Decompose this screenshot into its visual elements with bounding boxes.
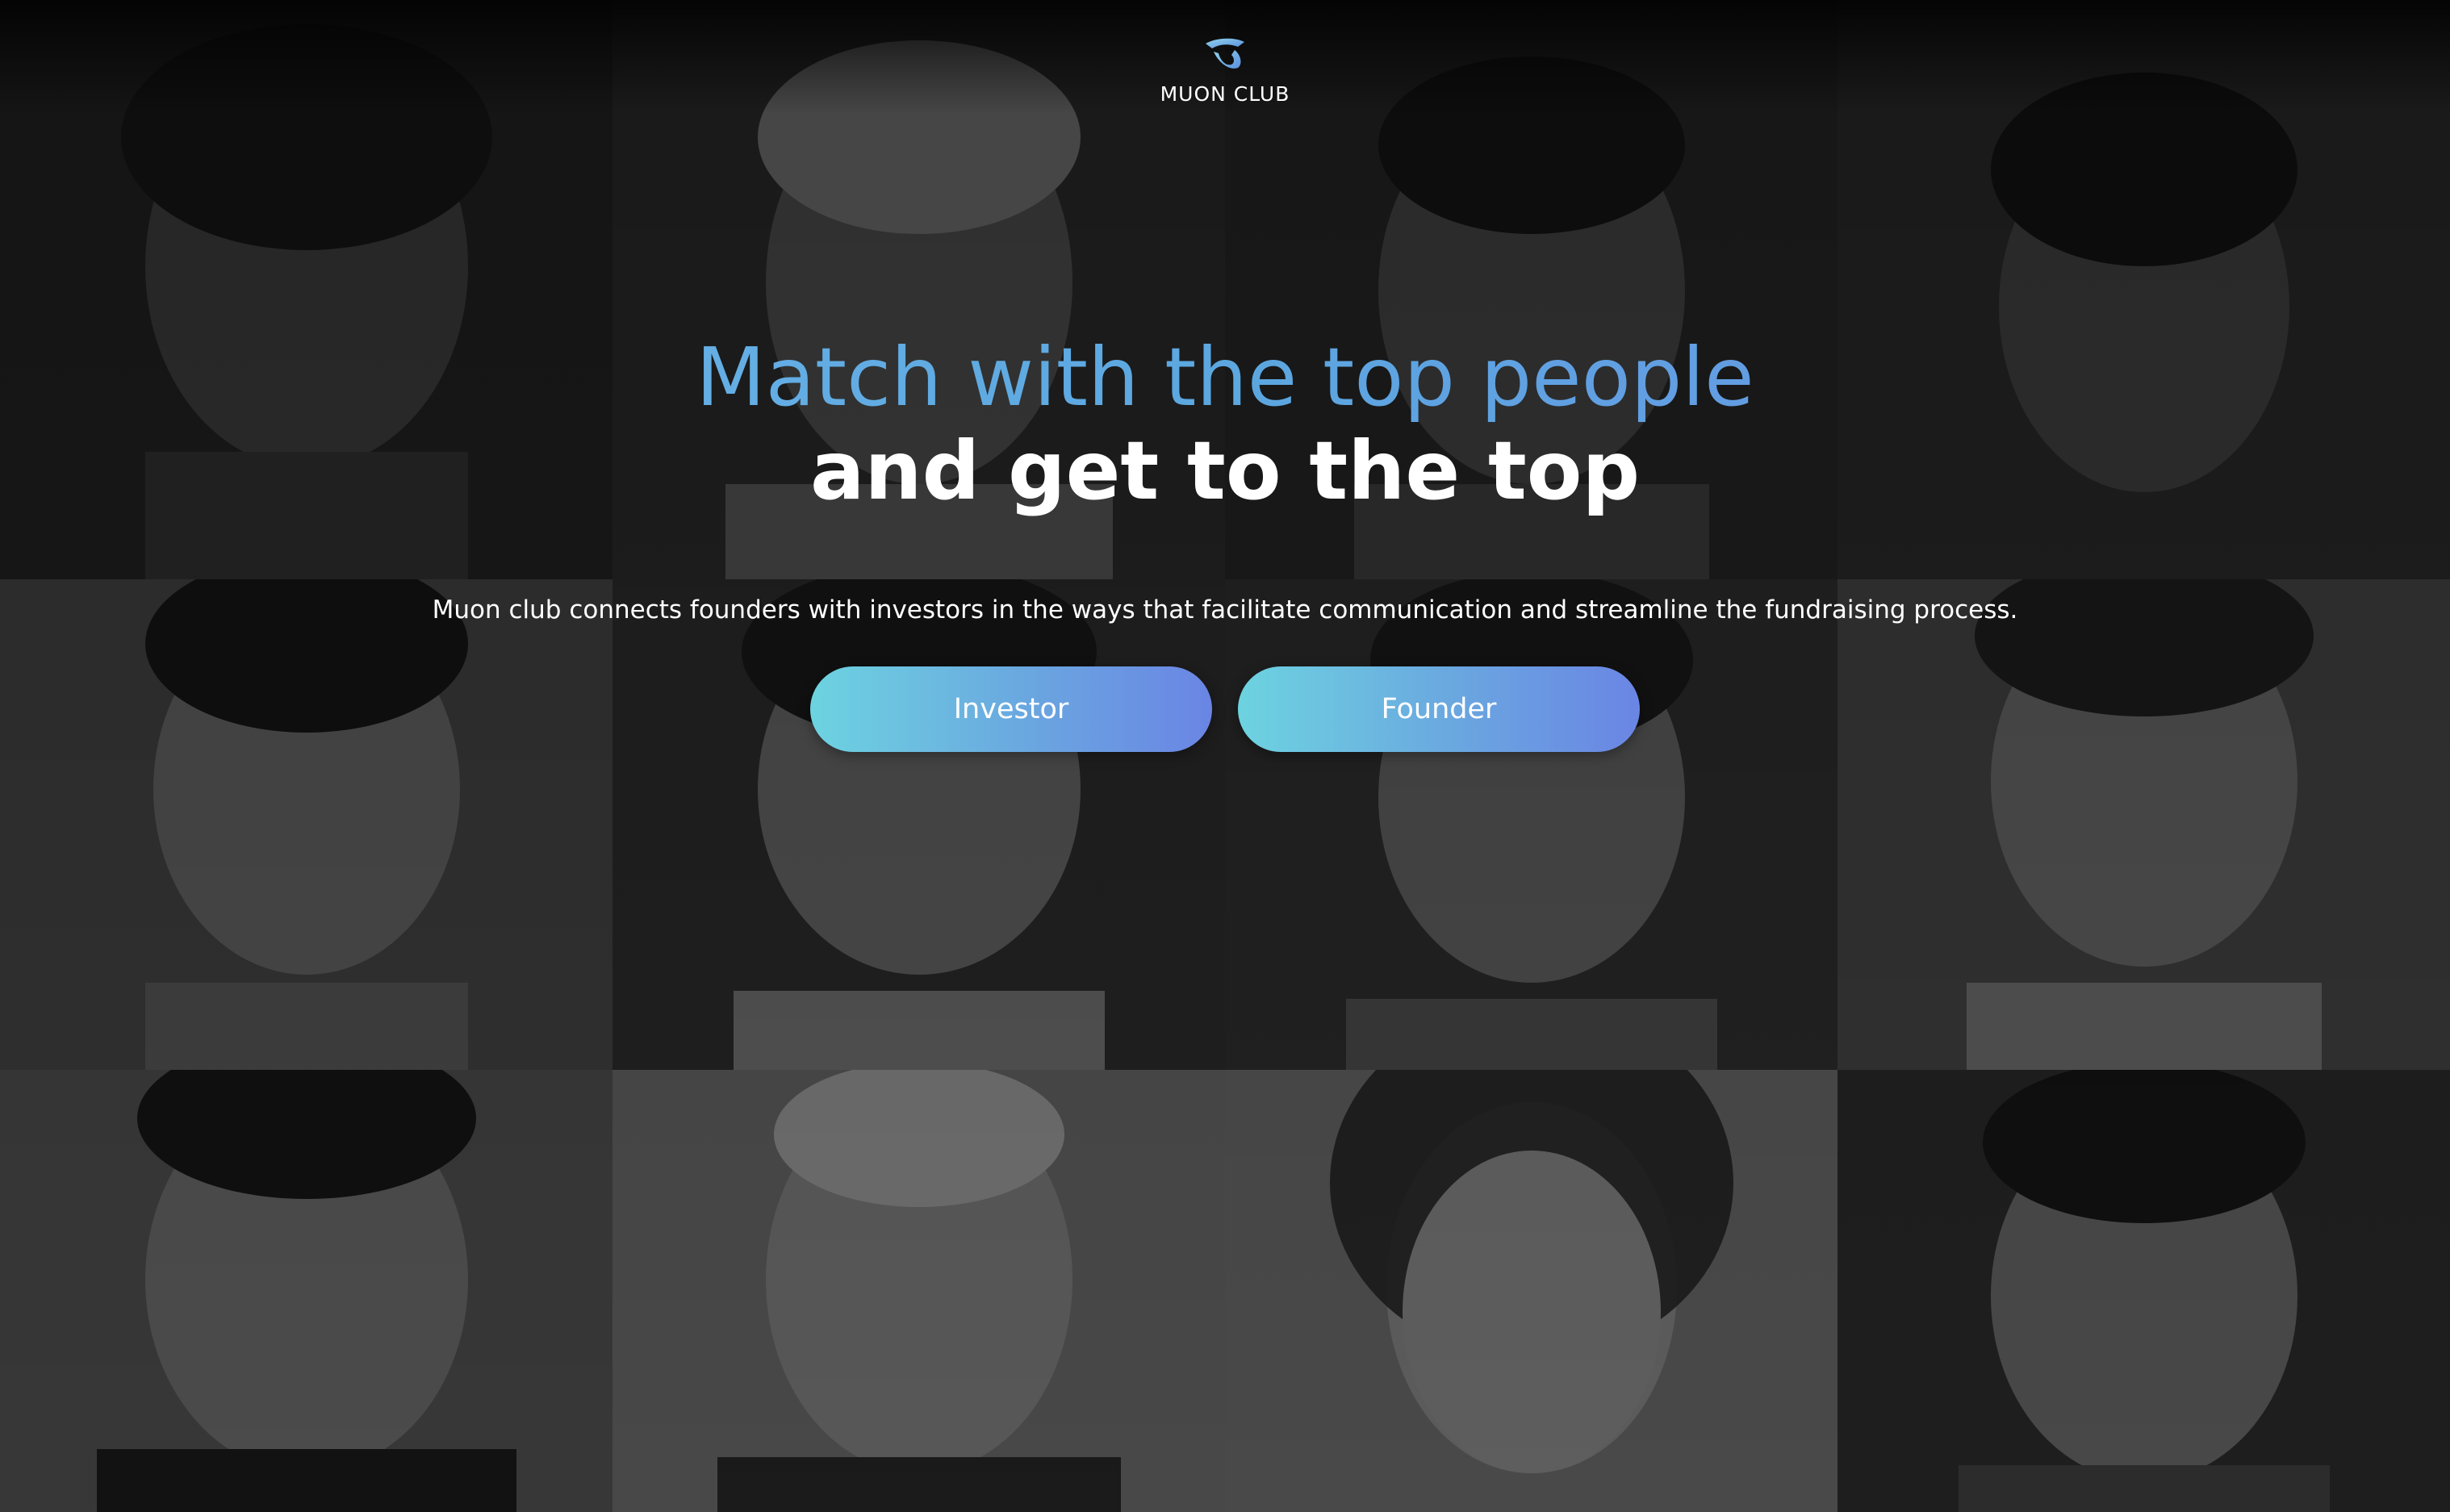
headline-primary: Match with the top people <box>0 331 2450 424</box>
portrait-photo <box>0 1070 612 1512</box>
brand-name: MUON CLUB <box>1160 82 1290 106</box>
cta-group: Investor Founder <box>0 666 2450 752</box>
founder-button[interactable]: Founder <box>1238 666 1640 752</box>
photo-grid <box>0 0 2450 1512</box>
portrait-photo <box>1225 1070 1838 1512</box>
brand-logo[interactable]: MUON CLUB <box>0 36 2450 106</box>
portrait-photo <box>1838 579 2450 1070</box>
portrait-photo <box>0 579 612 1070</box>
hero-subtitle: Muon club connects founders with investo… <box>432 595 2018 624</box>
headline-secondary: and get to the top <box>809 424 1641 518</box>
investor-button[interactable]: Investor <box>810 666 1212 752</box>
muon-logo-icon <box>1206 38 1244 69</box>
portrait-photo <box>1225 579 1838 1070</box>
landing-page: MUON CLUB Match with the top people and … <box>0 0 2450 1512</box>
portrait-photo <box>612 579 1225 1070</box>
hero-section: Match with the top people and get to the… <box>0 331 2450 518</box>
portrait-photo <box>612 1070 1225 1512</box>
portrait-photo <box>1838 1070 2450 1512</box>
